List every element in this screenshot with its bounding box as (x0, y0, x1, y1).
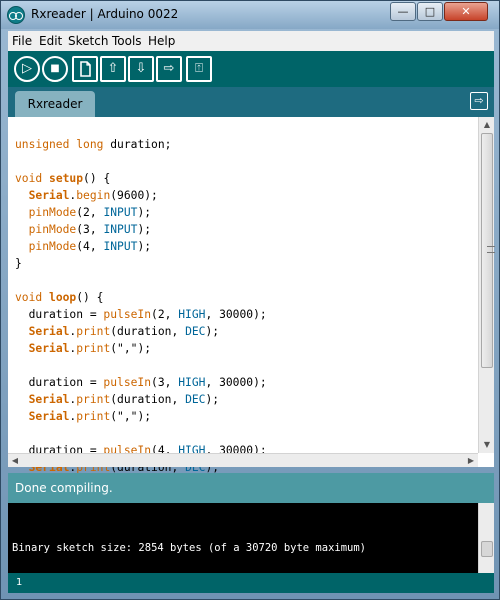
stop-icon: ■ (50, 63, 60, 74)
menu-file[interactable]: File (12, 34, 32, 48)
code-line: Serial.begin(9600); (28, 189, 158, 202)
editor-scroll-thumb[interactable] (481, 133, 495, 368)
line-number-bar: 1 (8, 573, 494, 593)
code-text[interactable]: unsigned long duration; void setup() { S… (15, 119, 267, 510)
code-line: void setup() { (15, 172, 111, 185)
arduino-ide-window: Rxreader | Arduino 0022 — □ ✕ File Edit … (0, 0, 500, 600)
new-button[interactable] (72, 56, 98, 82)
line-number: 1 (16, 577, 23, 588)
status-bar: Done compiling. (8, 473, 494, 503)
scroll-up-icon[interactable]: ▲ (479, 117, 495, 133)
console-scroll-thumb[interactable] (481, 541, 493, 557)
menu-sketch[interactable]: Sketch (68, 34, 108, 48)
save-icon: ⇩ (135, 61, 147, 76)
code-line: duration = pulseIn(3, HIGH, 30000); (15, 376, 267, 389)
tab-menu-arrow-icon: ⇨ (474, 94, 484, 107)
upload-button[interactable]: ⇨ (156, 56, 182, 82)
grip-icon (487, 246, 495, 253)
console-output[interactable]: Binary sketch size: 2854 bytes (of a 307… (8, 503, 494, 573)
window-title: Rxreader | Arduino 0022 (31, 7, 179, 21)
code-line: Serial.print(duration, DEC); (28, 325, 220, 338)
maximize-button[interactable]: □ (417, 2, 443, 21)
menu-edit[interactable]: Edit (39, 34, 62, 48)
arduino-logo-icon (7, 6, 25, 24)
status-message: Done compiling. (15, 481, 113, 495)
code-line: unsigned long duration; (15, 138, 172, 151)
code-line: Serial.print(","); (28, 410, 152, 423)
open-button[interactable]: ⇧ (100, 56, 126, 82)
code-line: } (15, 257, 22, 270)
scroll-right-icon[interactable]: ▶ (464, 454, 478, 468)
code-line: pinMode(3, INPUT); (28, 223, 152, 236)
verify-button[interactable]: ▷ (14, 56, 40, 82)
minimize-button[interactable]: — (390, 2, 416, 21)
editor-horizontal-scrollbar[interactable]: ◀ ▶ (8, 453, 478, 467)
tab-menu-button[interactable]: ⇨ (470, 92, 488, 110)
editor-vertical-scrollbar[interactable]: ▲ ▼ (478, 117, 495, 453)
code-editor[interactable]: unsigned long duration; void setup() { S… (8, 117, 495, 474)
menu-bar: File Edit Sketch Tools Help (8, 31, 494, 51)
serial-monitor-button[interactable]: ⍐ (186, 56, 212, 82)
stop-button[interactable]: ■ (42, 56, 68, 82)
save-button[interactable]: ⇩ (128, 56, 154, 82)
title-bar[interactable]: Rxreader | Arduino 0022 — □ ✕ (1, 1, 499, 29)
menu-tools[interactable]: Tools (112, 34, 142, 48)
upload-icon: ⇨ (163, 61, 175, 76)
open-icon: ⇧ (107, 61, 119, 76)
tab-strip: Rxreader ⇨ (8, 87, 494, 117)
serial-monitor-icon: ⍐ (195, 61, 203, 76)
console-scrollbar[interactable] (478, 503, 494, 573)
menu-help[interactable]: Help (148, 34, 175, 48)
code-line: pinMode(2, INPUT); (28, 206, 152, 219)
toolbar: ▷ ■ ⇧ ⇩ ⇨ ⍐ (8, 51, 494, 87)
tab-rxreader[interactable]: Rxreader (15, 91, 95, 117)
verify-play-icon: ▷ (22, 61, 32, 76)
code-line: Serial.print(","); (28, 342, 152, 355)
code-line: void loop() { (15, 291, 104, 304)
new-sketch-icon (80, 61, 91, 77)
code-line: duration = pulseIn(2, HIGH, 30000); (15, 308, 267, 321)
code-line: pinMode(4, INPUT); (28, 240, 152, 253)
scroll-left-icon[interactable]: ◀ (8, 454, 22, 468)
code-line: Serial.print(duration, DEC); (28, 393, 220, 406)
scroll-down-icon[interactable]: ▼ (479, 437, 495, 453)
console-text: Binary sketch size: 2854 bytes (of a 307… (12, 542, 367, 554)
close-button[interactable]: ✕ (444, 2, 488, 21)
